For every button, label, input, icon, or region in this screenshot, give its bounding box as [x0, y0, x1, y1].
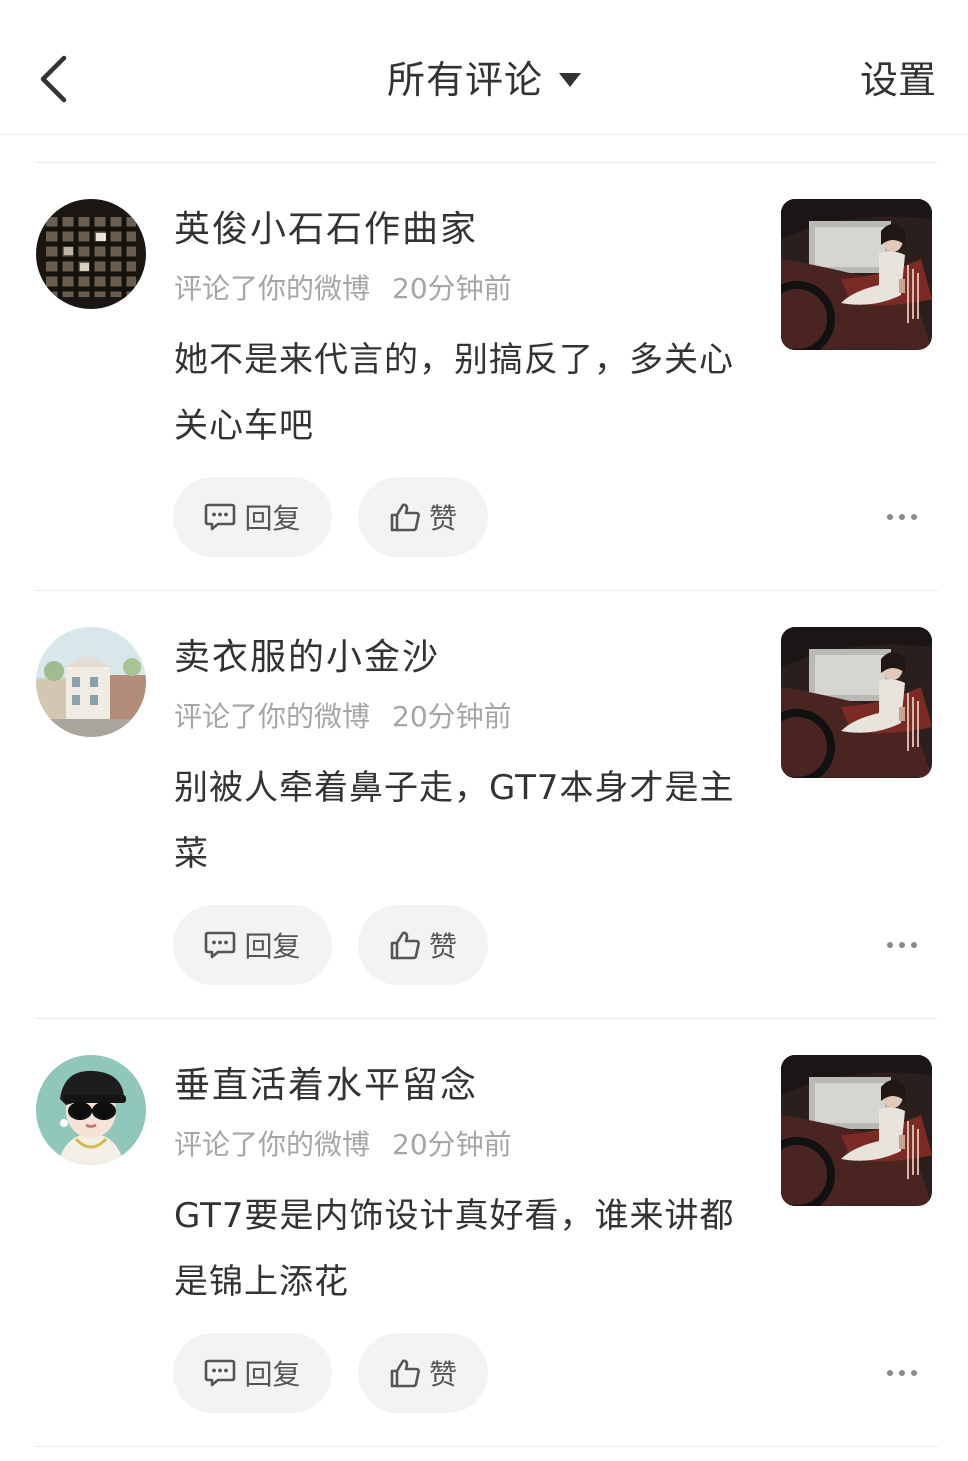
thumbs-up-icon	[389, 930, 421, 960]
top-nav-bar: 所有评论 设置	[0, 0, 968, 135]
reply-label: 回复	[244, 1358, 301, 1391]
post-thumbnail[interactable]	[781, 627, 932, 778]
comment-bubble-icon	[204, 502, 236, 532]
avatar[interactable]	[36, 199, 146, 309]
like-label: 赞	[428, 930, 457, 963]
thumbs-up-icon	[389, 502, 421, 532]
avatar[interactable]	[36, 627, 146, 737]
comment-filter-dropdown[interactable]: 所有评论	[387, 52, 581, 108]
more-options-button[interactable]	[876, 1355, 928, 1391]
comment-text: 她不是来代言的，别搞反了，多关心关心车吧	[174, 340, 734, 446]
username[interactable]: 英俊小石石作曲家	[174, 205, 478, 255]
divider	[35, 1446, 938, 1447]
more-dots-icon	[887, 514, 917, 520]
thumbs-up-icon	[389, 1358, 421, 1388]
like-button[interactable]: 赞	[358, 1333, 488, 1413]
chevron-left-icon	[40, 55, 67, 103]
comment-meta: 评论了你的微博 20分钟前	[174, 269, 512, 309]
avatar[interactable]	[36, 1055, 146, 1165]
timestamp: 20分钟前	[392, 700, 512, 733]
caret-down-icon	[559, 73, 581, 87]
like-label: 赞	[428, 1358, 457, 1391]
post-thumbnail[interactable]	[781, 199, 932, 350]
like-label: 赞	[428, 502, 457, 535]
comment-text: 别被人牵着鼻子走，GT7本身才是主菜	[174, 768, 735, 874]
back-button[interactable]	[28, 46, 78, 112]
settings-button[interactable]: 设置	[860, 52, 936, 108]
action-text: 评论了你的微博	[174, 1128, 371, 1161]
more-options-button[interactable]	[876, 927, 928, 963]
page-title: 所有评论	[386, 58, 543, 102]
comment-meta: 评论了你的微博 20分钟前	[174, 697, 512, 737]
post-thumbnail[interactable]	[781, 1055, 932, 1206]
reply-button[interactable]: 回复	[173, 477, 332, 557]
comment-bubble-icon	[204, 1358, 236, 1388]
reply-label: 回复	[244, 930, 301, 963]
username[interactable]: 垂直活着水平留念	[174, 1061, 478, 1111]
comment-text: GT7要是内饰设计真好看，谁来讲都是锦上添花	[174, 1196, 735, 1302]
more-options-button[interactable]	[876, 499, 928, 535]
comment-bubble-icon	[204, 930, 236, 960]
more-dots-icon	[887, 942, 917, 948]
comment-item: 英俊小石石作曲家 评论了你的微博 20分钟前 她不是来代言的，别搞反了，多关心关心…	[0, 163, 968, 591]
comment-item: 卖衣服的小金沙 评论了你的微博 20分钟前 别被人牵着鼻子走，GT7本身才是主菜	[0, 591, 968, 1019]
like-button[interactable]: 赞	[358, 477, 488, 557]
reply-button[interactable]: 回复	[173, 905, 332, 985]
action-text: 评论了你的微博	[174, 700, 371, 733]
username[interactable]: 卖衣服的小金沙	[174, 633, 440, 683]
like-button[interactable]: 赞	[358, 905, 488, 985]
more-dots-icon	[887, 1370, 917, 1376]
action-text: 评论了你的微博	[174, 272, 371, 305]
timestamp: 20分钟前	[392, 1128, 512, 1161]
comment-item: 垂直活着水平留念 评论了你的微博 20分钟前 GT7要是内饰设计真好看，谁来讲都是…	[0, 1019, 968, 1447]
reply-label: 回复	[244, 502, 301, 535]
timestamp: 20分钟前	[392, 272, 512, 305]
comment-meta: 评论了你的微博 20分钟前	[174, 1125, 512, 1165]
reply-button[interactable]: 回复	[173, 1333, 332, 1413]
